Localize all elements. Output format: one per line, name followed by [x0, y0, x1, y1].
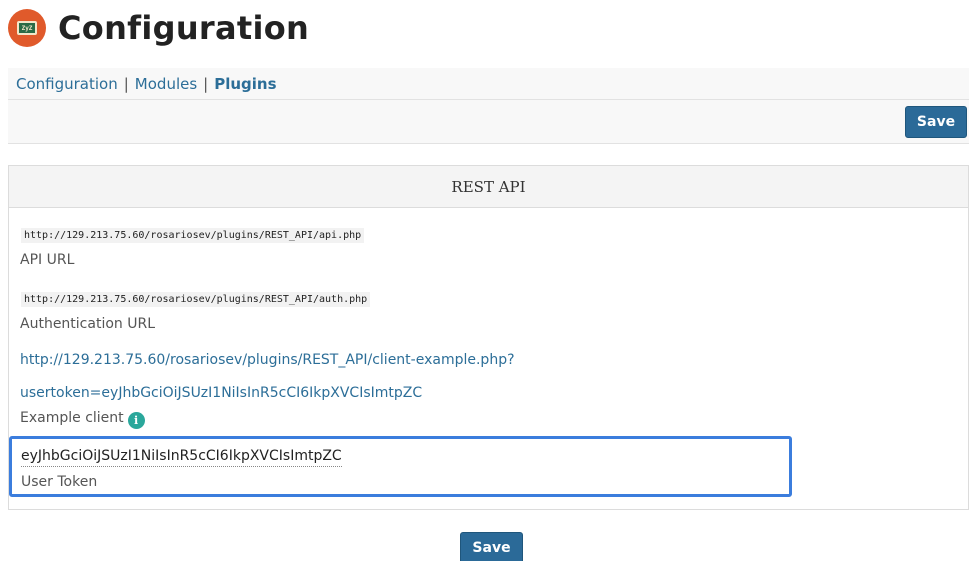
example-client-label-row: Example client i	[20, 410, 145, 429]
user-token-field: eyJhbGciOiJSUzI1NiIsInR5cCI6IkpXVCIsImtp…	[9, 436, 792, 497]
user-token-value[interactable]: eyJhbGciOiJSUzI1NiIsInR5cCI6IkpXVCIsImtp…	[21, 448, 342, 467]
user-token-label: User Token	[21, 474, 98, 490]
logo-screen: ZyZ	[17, 21, 37, 35]
page-title: Configuration	[58, 9, 310, 47]
breadcrumb-plugins[interactable]: Plugins	[214, 75, 276, 93]
api-url-value: http://129.213.75.60/rosariosev/plugins/…	[21, 228, 365, 243]
auth-url-value: http://129.213.75.60/rosariosev/plugins/…	[21, 292, 371, 307]
auth-url-label: Authentication URL	[20, 316, 155, 332]
example-client-link-continued[interactable]: usertoken=eyJhbGciOiJSUzI1NiIsInR5cCI6Ik…	[20, 385, 422, 401]
info-icon[interactable]: i	[127, 412, 145, 429]
rest-api-panel: REST API http://129.213.75.60/rosariosev…	[8, 165, 969, 510]
breadcrumb-configuration[interactable]: Configuration	[16, 75, 118, 93]
example-client-link[interactable]: http://129.213.75.60/rosariosev/plugins/…	[20, 352, 515, 368]
page-header: ZyZ Configuration	[8, 6, 309, 50]
save-button-bottom[interactable]: Save	[460, 532, 523, 561]
panel-title: REST API	[9, 166, 968, 208]
api-url-label: API URL	[20, 252, 75, 268]
breadcrumb-separator: |	[123, 74, 129, 93]
top-toolbar: Save	[8, 100, 969, 144]
breadcrumb-modules[interactable]: Modules	[135, 75, 197, 93]
breadcrumb-separator: |	[203, 74, 209, 93]
breadcrumb: Configuration | Modules | Plugins	[8, 68, 969, 100]
save-button-top[interactable]: Save	[905, 106, 967, 138]
app-logo-icon: ZyZ	[8, 9, 46, 47]
example-client-label: Example client	[20, 410, 124, 426]
